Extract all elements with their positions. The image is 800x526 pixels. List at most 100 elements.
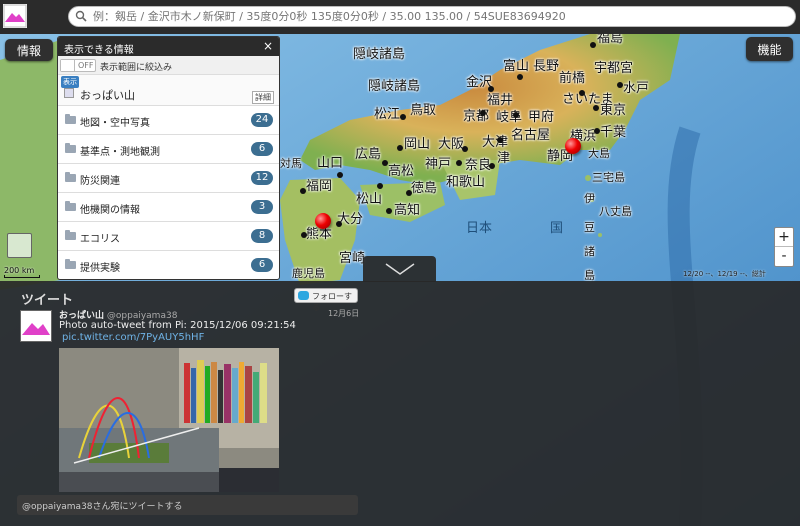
follow-button[interactable]: フォローする [294,288,358,312]
zoom-in-button[interactable]: + [775,228,793,247]
count-badge: 24 [251,113,273,127]
city-hiroshima: 広島 [355,147,382,162]
city-okayama: 岡山 [404,137,431,152]
city-marker [593,105,599,111]
access-counter: 12/20 --、12/19 --、総計 [683,270,766,278]
city-marker [517,74,523,80]
top-bar [0,0,800,34]
city-fukui: 福井 [487,93,514,108]
city-matsuyama: 松山 [356,192,383,207]
city-marker [488,86,494,92]
functions-button[interactable]: 機能 [746,37,793,61]
avatar[interactable] [20,310,52,342]
label-to: 島 [584,269,595,282]
label-i: 伊 [584,192,595,205]
city-marker [377,183,383,189]
count-badge: 6 [251,142,273,156]
base-layer-toggle-button[interactable] [7,233,32,258]
location-pin-marker[interactable] [565,138,581,154]
city-oki: 隠岐諸島 [353,47,406,62]
layer-checkbox[interactable] [64,88,74,98]
folder-icon [65,230,76,240]
city-marker [301,232,307,238]
count-badge: 3 [251,200,273,214]
city-otsu: 大津 [482,135,509,150]
category-item[interactable]: 基準点・測地観測 6 [58,135,279,164]
city-kagoshima: 鹿児島 [292,267,325,280]
city-nagoya: 名古屋 [511,128,551,143]
city-marker [513,112,519,118]
zoom-control: + - [774,227,794,267]
city-kofu: 甲府 [528,110,555,125]
city-miyake: 三宅島 [592,171,625,184]
tweet-link[interactable]: pic.twitter.com/7PyAUY5hHF [62,332,204,343]
city-kobe: 神戸 [425,157,452,172]
zoom-out-button[interactable]: - [775,247,793,266]
scale-bar: 200 km [4,266,40,278]
location-pin-marker[interactable] [315,213,331,229]
folder-icon [65,114,76,124]
twitter-bird-icon [298,291,309,300]
city-fukuoka: 福岡 [306,179,333,194]
category-item[interactable]: エコリス 8 [58,222,279,251]
collapse-tab[interactable] [363,256,436,282]
category-item[interactable]: 地図・空中写真 24 [58,106,279,135]
tweet-widget: ツイート フォローする おっぱい山 @oppaiyama38 12月6日 Pho… [0,281,366,526]
city-oshima: 大島 [588,147,610,160]
category-item[interactable]: 提供実験 6 [58,251,279,279]
detail-button[interactable]: 詳細 [252,91,274,104]
city-marker [336,221,342,227]
city-marker [462,146,468,152]
panel-title: 表示できる情報 [64,45,134,56]
city-marker [397,145,403,151]
shown-layer-row[interactable]: 表示 おっぱい山 詳細 [58,75,279,106]
category-item[interactable]: 他機関の情報 3 [58,193,279,222]
city-marker [489,163,495,169]
city-marker [386,208,392,214]
city-toyama: 富山 [503,59,530,74]
city-tsu: 津 [497,151,511,166]
label-sho: 諸 [584,245,595,258]
city-tokyo: 東京 [600,103,627,118]
search-input[interactable] [93,9,783,24]
search-icon [75,10,87,22]
label-koku: 国 [550,221,564,236]
count-badge: 8 [251,229,273,243]
shown-layer-name: おっぱい山 [80,89,135,102]
city-marker [300,188,306,194]
city-marker [617,82,623,88]
reply-input[interactable]: @oppaiyama38さん宛にツイートする [17,495,358,515]
folder-icon [65,143,76,153]
city-hachijo: 八丈島 [599,205,632,218]
city-nara: 奈良 [465,158,492,173]
city-marker [382,160,388,166]
city-nagano: 長野 [533,59,560,74]
city-kumamoto: 熊本 [306,227,333,242]
tweet-text: Photo auto-tweet from Pi: 2015/12/06 09:… [59,320,296,331]
filter-toggle[interactable]: OFF [60,59,96,72]
label-nihon: 日本 [466,221,493,236]
city-marker [337,172,343,178]
tweet-photo[interactable] [59,348,279,492]
tweet-date[interactable]: 12月6日 [328,308,359,319]
search-box [68,6,796,27]
city-maebashi: 前橋 [559,71,586,86]
category-item[interactable]: 防災関連 12 [58,164,279,193]
app-logo[interactable] [3,4,27,28]
shown-tag: 表示 [61,76,79,88]
filter-label: 表示範囲に絞込み [100,63,173,73]
folder-icon [65,259,76,269]
label-zu: 豆 [584,221,595,234]
panel-header: 表示できる情報 × [58,37,279,56]
city-marker [480,110,486,116]
info-button[interactable]: 情報 [5,39,53,61]
city-wakayama: 和歌山 [446,175,486,190]
city-tokushima: 徳島 [411,181,438,196]
city-utsunomiya: 宇都宮 [594,61,634,76]
folder-icon [65,201,76,211]
city-chiba: 千葉 [600,125,627,140]
count-badge: 6 [251,258,273,272]
close-icon[interactable]: × [263,39,273,53]
filter-row: OFF 表示範囲に絞込み [58,56,279,75]
city-marker [497,137,503,143]
